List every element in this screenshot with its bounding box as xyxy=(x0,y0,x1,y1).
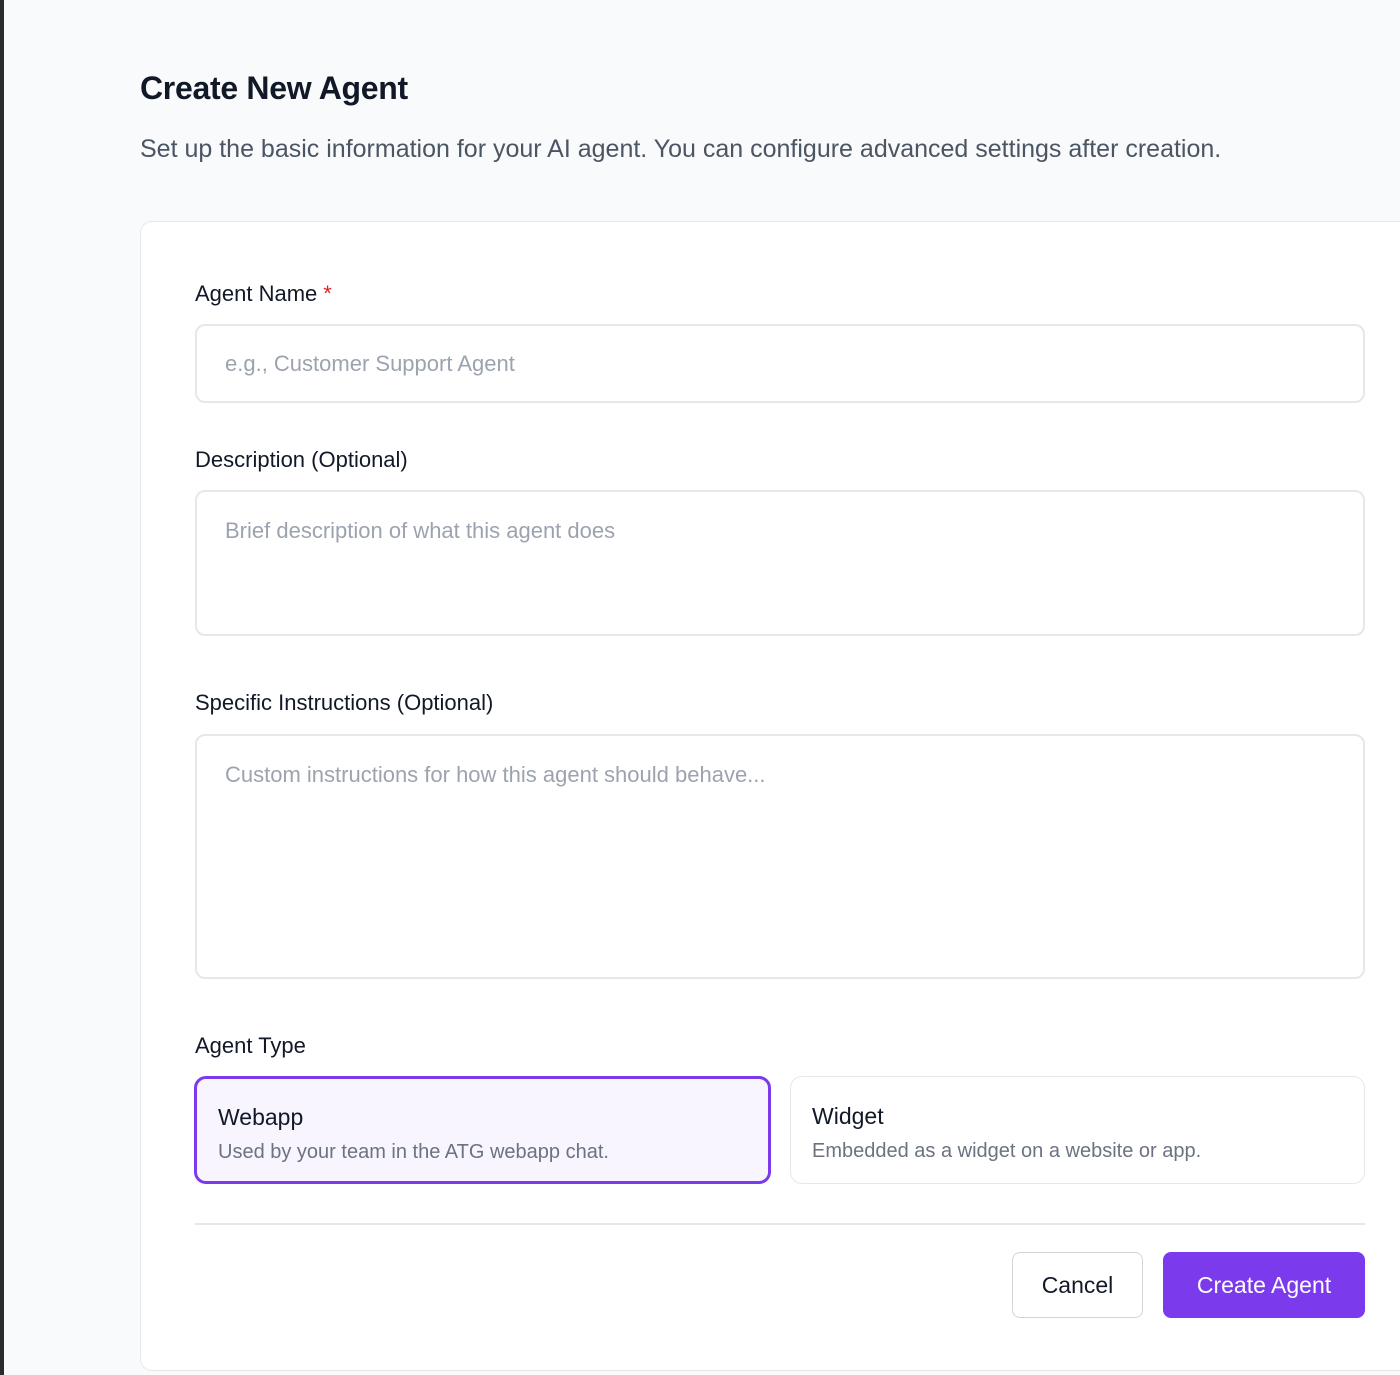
window-left-edge xyxy=(0,0,4,1375)
instructions-textarea[interactable] xyxy=(195,734,1365,979)
agent-type-label: Agent Type xyxy=(195,1033,306,1058)
instructions-label: Specific Instructions (Optional) xyxy=(195,690,494,715)
description-label: Description (Optional) xyxy=(195,447,408,472)
agent-type-option-title: Widget xyxy=(812,1103,884,1129)
agent-type-option-widget[interactable]: Widget Embedded as a widget on a website… xyxy=(790,1076,1365,1184)
agent-name-input[interactable] xyxy=(195,324,1365,403)
form-divider xyxy=(195,1223,1365,1225)
description-textarea[interactable] xyxy=(195,490,1365,636)
agent-type-option-webapp[interactable]: Webapp Used by your team in the ATG weba… xyxy=(194,1076,771,1184)
page-title: Create New Agent xyxy=(140,70,408,106)
agent-name-label: Agent Name * xyxy=(195,279,332,309)
cancel-button[interactable]: Cancel xyxy=(1012,1252,1143,1318)
agent-type-option-description: Used by your team in the ATG webapp chat… xyxy=(218,1141,609,1163)
create-agent-button[interactable]: Create Agent xyxy=(1163,1252,1365,1318)
page-subtitle: Set up the basic information for your AI… xyxy=(140,135,1222,163)
agent-name-label-text: Agent Name xyxy=(195,281,318,306)
agent-type-option-title: Webapp xyxy=(218,1104,304,1130)
required-mark: * xyxy=(323,281,332,306)
agent-type-option-description: Embedded as a widget on a website or app… xyxy=(812,1140,1202,1162)
